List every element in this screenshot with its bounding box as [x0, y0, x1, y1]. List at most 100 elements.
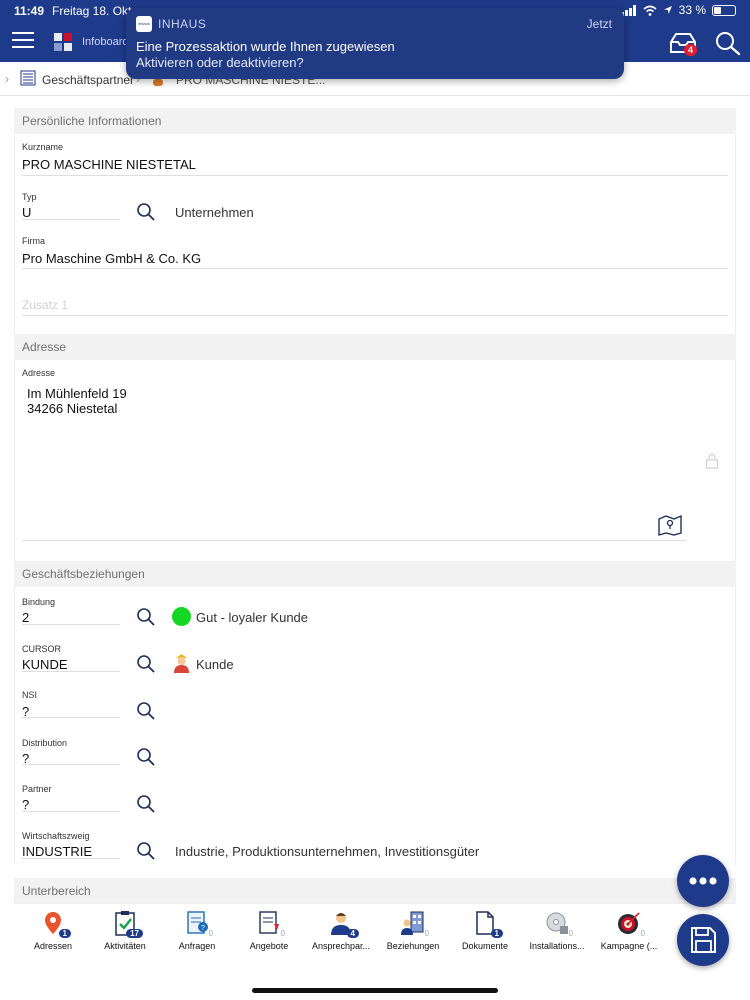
firma-field[interactable]: Pro Maschine GmbH & Co. KG	[22, 251, 201, 266]
divider	[22, 764, 120, 765]
tab-count: 1	[490, 929, 503, 938]
search-icon[interactable]	[136, 701, 156, 721]
tab-beziehungen[interactable]: 0 Beziehungen	[377, 910, 449, 951]
notification-time: Jetzt	[586, 17, 612, 31]
search-icon[interactable]	[136, 654, 156, 674]
tab-count: 0	[208, 929, 213, 938]
tab-label: Dokumente	[461, 941, 509, 951]
notification-app: INHAUS	[158, 17, 207, 31]
adresse-line1[interactable]: Im Mühlenfeld 19	[27, 386, 127, 401]
divider	[22, 811, 120, 812]
tab-label: Installations...	[529, 941, 585, 951]
tab-label: Aktivitäten	[104, 941, 146, 951]
dartboard-icon	[618, 912, 640, 934]
request-document-icon: ?	[187, 911, 208, 934]
search-icon[interactable]	[136, 607, 156, 627]
tab-label: Adressen	[33, 941, 73, 951]
battery-icon	[712, 4, 736, 16]
tab-count: 17	[126, 929, 143, 938]
lock-icon[interactable]	[705, 453, 719, 469]
divider	[22, 540, 686, 541]
search-icon[interactable]	[136, 794, 156, 814]
tab-count: 1	[58, 929, 71, 938]
tab-adressen[interactable]: 1 Adressen	[17, 910, 89, 951]
wirtschaftszweig-label: Wirtschaftszweig	[22, 831, 90, 841]
wirtschaftszweig-description: Industrie, Produktionsunternehmen, Inves…	[175, 844, 480, 859]
typ-label: Typ	[22, 192, 37, 202]
divider	[22, 717, 120, 718]
more-actions-button[interactable]	[677, 855, 729, 907]
home-indicator[interactable]	[252, 988, 498, 993]
search-icon[interactable]	[136, 747, 156, 767]
location-icon	[663, 6, 672, 14]
breadcrumb-geschaeftspartner[interactable]: Geschäftspartner	[42, 73, 134, 87]
section-persoenlich: Persönliche Informationen	[14, 108, 736, 134]
divider	[22, 268, 728, 269]
search-icon[interactable]	[136, 841, 156, 861]
relationship-building-icon	[401, 911, 424, 935]
section-adresse: Adresse	[14, 334, 736, 360]
offer-document-icon	[259, 911, 279, 934]
battery-percent: 33 %	[678, 3, 706, 17]
notification-body: Aktivieren oder deaktivieren?	[136, 55, 304, 70]
adresse-label: Adresse	[22, 368, 56, 378]
section-geschaeft: Geschäftsbeziehungen	[14, 561, 736, 587]
search-icon[interactable]	[714, 30, 742, 56]
kurzname-field[interactable]: PRO MASCHINE NIESTETAL	[22, 157, 196, 172]
tab-label: Ansprechpar...	[311, 941, 371, 951]
status-date: Freitag 18. Okt	[52, 4, 132, 18]
list-icon	[20, 70, 36, 86]
tab-count: 0	[640, 929, 645, 938]
notification-banner[interactable]: inhaus INHAUS Jetzt Eine Prozessaktion w…	[126, 8, 624, 79]
divider	[22, 175, 728, 176]
divider	[22, 315, 728, 316]
bindung-label: Bindung	[22, 597, 56, 607]
status-time: 11:49	[14, 4, 45, 18]
tab-angebote[interactable]: 0 Angebote	[233, 910, 305, 951]
form-card	[14, 108, 736, 865]
installation-disc-icon	[546, 912, 568, 934]
cursor-label: CURSOR	[22, 644, 62, 654]
divider	[22, 858, 120, 859]
cursor-description: Kunde	[196, 657, 234, 672]
cursor-field[interactable]: KUNDE	[22, 657, 68, 672]
save-button[interactable]	[677, 914, 729, 966]
tab-count: 0	[568, 929, 573, 938]
map-icon[interactable]	[658, 514, 682, 536]
tab-count: 0	[424, 929, 429, 938]
bindung-field[interactable]: 2	[22, 610, 29, 625]
divider	[22, 219, 120, 220]
tab-label: Anfragen	[178, 941, 216, 951]
partner-field[interactable]: ?	[22, 797, 29, 812]
tab-label: Kampagne (...	[600, 941, 658, 951]
typ-field[interactable]: U	[22, 205, 31, 220]
tab-ansprechpartner[interactable]: 4 Ansprechpar...	[305, 910, 377, 951]
tab-label: Beziehungen	[386, 941, 440, 951]
divider	[22, 671, 120, 672]
wifi-icon	[643, 5, 657, 16]
customer-person-icon	[174, 654, 189, 673]
app-logo-icon	[54, 33, 72, 51]
distribution-label: Distribution	[22, 738, 68, 748]
tab-anfragen[interactable]: ? 0 Anfragen	[161, 910, 233, 951]
svg-text:?: ?	[201, 925, 205, 932]
hamburger-menu-icon[interactable]	[12, 32, 34, 48]
tab-kampagne[interactable]: 0 Kampagne (...	[593, 910, 665, 951]
partner-label: Partner	[22, 784, 52, 794]
kurzname-label: Kurzname	[22, 142, 64, 152]
tab-installationen[interactable]: 0 Installations...	[521, 910, 593, 951]
search-icon[interactable]	[136, 202, 156, 222]
bindung-description: Gut - loyaler Kunde	[196, 610, 309, 625]
tab-dokumente[interactable]: 1 Dokumente	[449, 910, 521, 951]
zusatz-field[interactable]: Zusatz 1	[22, 298, 68, 312]
tab-count: 4	[346, 929, 359, 938]
tab-count: 0	[280, 929, 285, 938]
tab-aktivitaeten[interactable]: 17 Aktivitäten	[89, 910, 161, 951]
app-name[interactable]: Infoboard	[82, 36, 128, 48]
nsi-label: NSI	[22, 690, 38, 700]
adresse-line2[interactable]: 34266 Niestetal	[27, 401, 117, 416]
save-floppy-icon	[691, 927, 716, 953]
divider	[22, 624, 120, 625]
chevron-right-icon: ›	[5, 72, 9, 86]
wirtschaftszweig-field[interactable]: INDUSTRIE	[22, 844, 92, 859]
